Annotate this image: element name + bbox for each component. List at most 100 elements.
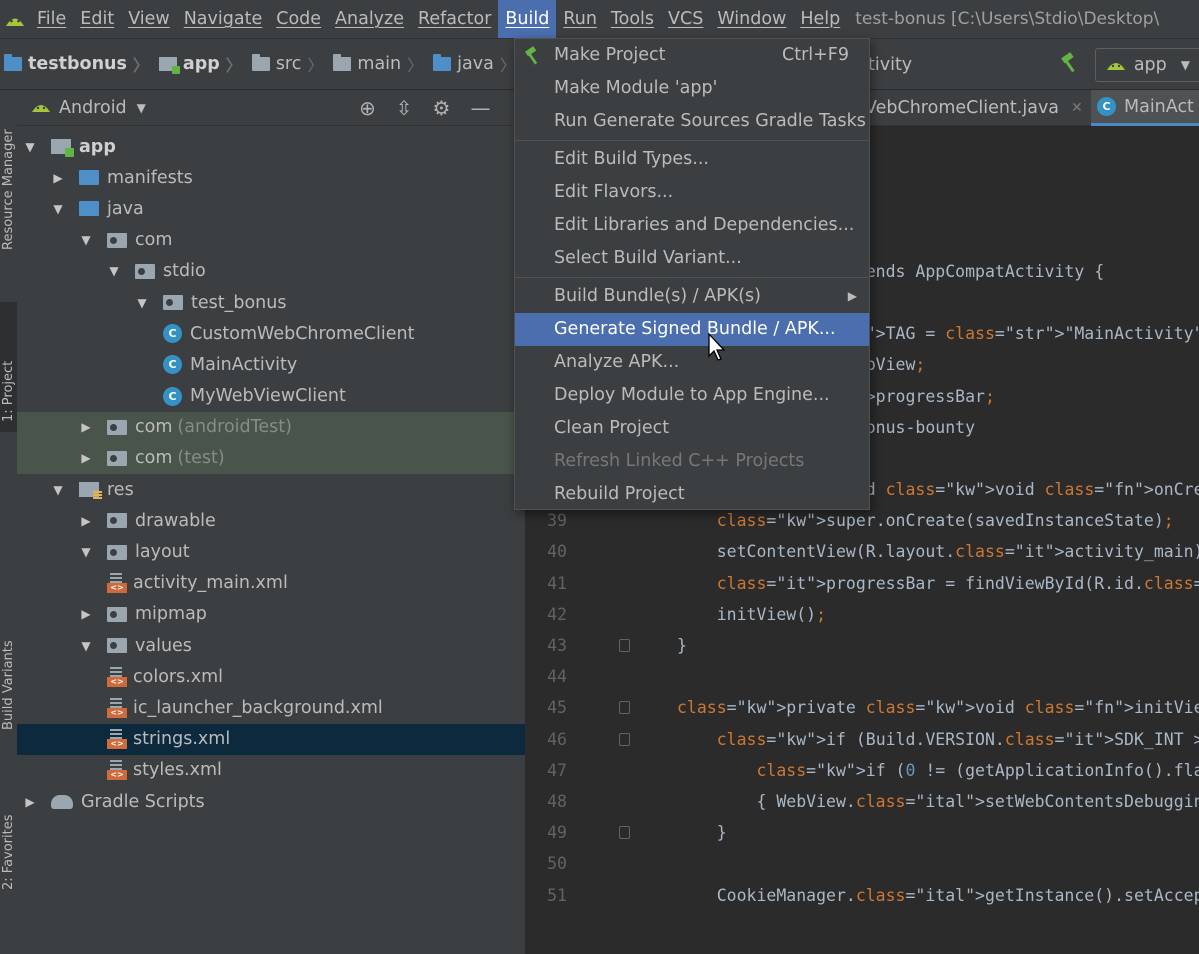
tree-item[interactable]: ▶CMainActivity (17, 349, 525, 380)
menu-vcs[interactable]: VCS (661, 0, 710, 38)
fold-marker-icon[interactable] (619, 701, 630, 715)
expand-arrow-icon[interactable]: ▼ (135, 296, 149, 310)
fold-marker-icon[interactable] (619, 826, 630, 840)
menu-item-select-build-variant[interactable]: Select Build Variant... (515, 242, 869, 275)
tree-item[interactable]: ▼ app (17, 131, 525, 162)
code-line[interactable]: 44 (525, 661, 1199, 692)
breadcrumb-app[interactable]: app 〉 (155, 39, 248, 89)
expand-arrow-icon[interactable]: ▼ (79, 639, 93, 653)
collapse-all-icon[interactable]: ⇳ (396, 96, 413, 120)
chevron-down-icon[interactable]: ▼ (137, 101, 146, 115)
tree-item[interactable]: ▶CMyWebViewClient (17, 381, 525, 412)
project-view-select[interactable]: Android (59, 98, 127, 118)
menu-edit[interactable]: Edit (73, 0, 121, 38)
menu-item-run-generate-sources-gradle-tasks[interactable]: Run Generate Sources Gradle Tasks (515, 105, 869, 138)
code-line[interactable]: 42 initView(); (525, 599, 1199, 630)
collapse-arrow-icon[interactable]: ▶ (79, 607, 93, 621)
expand-arrow-icon[interactable]: ▼ (51, 483, 65, 497)
tree-item[interactable]: ▶activity_main.xml (17, 568, 525, 599)
minimize-icon[interactable]: — (470, 96, 490, 120)
menu-view[interactable]: View (121, 0, 177, 38)
expand-arrow-icon[interactable]: ▼ (107, 264, 121, 278)
menu-item-clean-project[interactable]: Clean Project (515, 412, 869, 445)
tree-item[interactable]: ▶styles.xml (17, 755, 525, 786)
menu-item-edit-build-types[interactable]: Edit Build Types... (515, 143, 869, 176)
expand-arrow-icon[interactable]: ▼ (23, 140, 37, 154)
gear-icon[interactable]: ⚙ (433, 96, 451, 120)
code-line[interactable]: 47 class="kw">if (0 != (getApplicationIn… (525, 755, 1199, 786)
menu-item-analyze-apk[interactable]: Analyze APK... (515, 346, 869, 379)
tree-item[interactable]: ▼ values (17, 630, 525, 661)
breadcrumb-src[interactable]: src 〉 (248, 39, 330, 89)
collapse-arrow-icon[interactable]: ▶ (51, 171, 65, 185)
fold-marker-icon[interactable] (619, 639, 630, 652)
menu-navigate[interactable]: Navigate (177, 0, 270, 38)
menu-tools[interactable]: Tools (604, 0, 661, 38)
breadcrumb-main[interactable]: main 〉 (329, 39, 429, 89)
collapse-arrow-icon[interactable]: ▶ (23, 795, 37, 809)
tree-item[interactable]: ▼ layout (17, 536, 525, 567)
expand-arrow-icon[interactable]: ▼ (51, 202, 65, 216)
tree-item[interactable]: ▶colors.xml (17, 661, 525, 692)
tool-tab-favorites[interactable]: 2: Favorites (0, 770, 17, 900)
tree-item[interactable]: ▼ java (17, 193, 525, 224)
tree-item[interactable]: ▼ test_bonus (17, 287, 525, 318)
tree-item[interactable]: ▶ Gradle Scripts (17, 786, 525, 817)
menu-item-edit-libraries-and-dependencies[interactable]: Edit Libraries and Dependencies... (515, 209, 869, 242)
menu-item-make-project[interactable]: Make Project Ctrl+F9 (515, 39, 869, 72)
code-line[interactable]: 49 } (525, 817, 1199, 848)
menu-refactor[interactable]: Refactor (411, 0, 498, 38)
run-configuration-select[interactable]: app ▼ (1094, 48, 1199, 82)
menu-analyze[interactable]: Analyze (328, 0, 411, 38)
expand-arrow-icon[interactable]: ▼ (79, 545, 93, 559)
project-panel-header: Android ▼ ⊕ ⇳ ⚙ — (17, 90, 525, 126)
tree-item[interactable]: ▼ com (17, 225, 525, 256)
code-line[interactable]: 48 { WebView.class="ital">setWebContents… (525, 786, 1199, 817)
tree-item[interactable]: ▼ res (17, 474, 525, 505)
collapse-arrow-icon[interactable]: ▶ (79, 420, 93, 434)
menu-run[interactable]: Run (556, 0, 604, 38)
locate-file-icon[interactable]: ⊕ (359, 96, 376, 120)
make-project-hammer-icon[interactable] (1059, 51, 1081, 79)
menu-window[interactable]: Window (710, 0, 793, 38)
breadcrumb-activity[interactable]: tivity (868, 39, 912, 89)
tree-item[interactable]: ▶ com (androidTest) (17, 411, 525, 443)
tab-main-activity[interactable]: C MainAct (1091, 90, 1199, 126)
menu-build[interactable]: Build (498, 0, 557, 38)
code-line[interactable]: 41 class="it">progressBar = findViewById… (525, 568, 1199, 599)
tree-item[interactable]: ▼ stdio (17, 256, 525, 287)
tree-item[interactable]: ▶strings.xml (17, 723, 525, 755)
tree-item[interactable]: ▶ mipmap (17, 599, 525, 630)
menu-item-build-bundle-s-apk-s[interactable]: Build Bundle(s) / APK(s) ▶ (515, 280, 869, 313)
menu-item-deploy-module-to-app-engine[interactable]: Deploy Module to App Engine... (515, 379, 869, 412)
tab-web-chrome-client[interactable]: VebChromeClient.java ✕ (865, 90, 1083, 126)
menu-file[interactable]: File (30, 0, 73, 38)
tool-tab-project[interactable]: 1: Project (0, 302, 17, 432)
menu-code[interactable]: Code (269, 0, 328, 38)
expand-arrow-icon[interactable]: ▼ (79, 233, 93, 247)
code-line[interactable]: 45 class="kw">private class="kw">void cla… (525, 692, 1199, 723)
tool-tab-build-variants[interactable]: Build Variants (0, 600, 17, 740)
tree-item[interactable]: ▶CCustomWebChromeClient (17, 318, 525, 349)
menu-item-rebuild-project[interactable]: Rebuild Project (515, 478, 869, 511)
code-line[interactable]: 40 setContentView(R.layout.class="it">ac… (525, 536, 1199, 567)
collapse-arrow-icon[interactable]: ▶ (79, 451, 93, 465)
code-line[interactable]: 46 class="kw">if (Build.VERSION.class="i… (525, 724, 1199, 755)
menu-help[interactable]: Help (793, 0, 847, 38)
breadcrumb-project[interactable]: testbonus 〉 (0, 39, 155, 89)
fold-marker-icon[interactable] (619, 732, 630, 746)
breadcrumb-java[interactable]: java 〉 (429, 39, 522, 89)
tool-tab-resource-manager[interactable]: Resource Manager (0, 90, 17, 260)
code-line[interactable]: 51 CookieManager.class="ital">getInstanc… (525, 880, 1199, 911)
menu-item-edit-flavors[interactable]: Edit Flavors... (515, 176, 869, 209)
menu-item-make-module-app[interactable]: Make Module 'app' (515, 72, 869, 105)
tree-item[interactable]: ▶ drawable (17, 505, 525, 536)
tree-item[interactable]: ▶ manifests (17, 162, 525, 193)
tree-item[interactable]: ▶ com (test) (17, 442, 525, 475)
close-icon[interactable]: ✕ (1071, 90, 1083, 126)
menu-item-generate-signed-bundle-apk[interactable]: Generate Signed Bundle / APK... (515, 313, 869, 346)
code-line[interactable]: 43} (525, 630, 1199, 661)
tree-item[interactable]: ▶ic_launcher_background.xml (17, 692, 525, 723)
code-line[interactable]: 50 (525, 848, 1199, 879)
collapse-arrow-icon[interactable]: ▶ (79, 514, 93, 528)
